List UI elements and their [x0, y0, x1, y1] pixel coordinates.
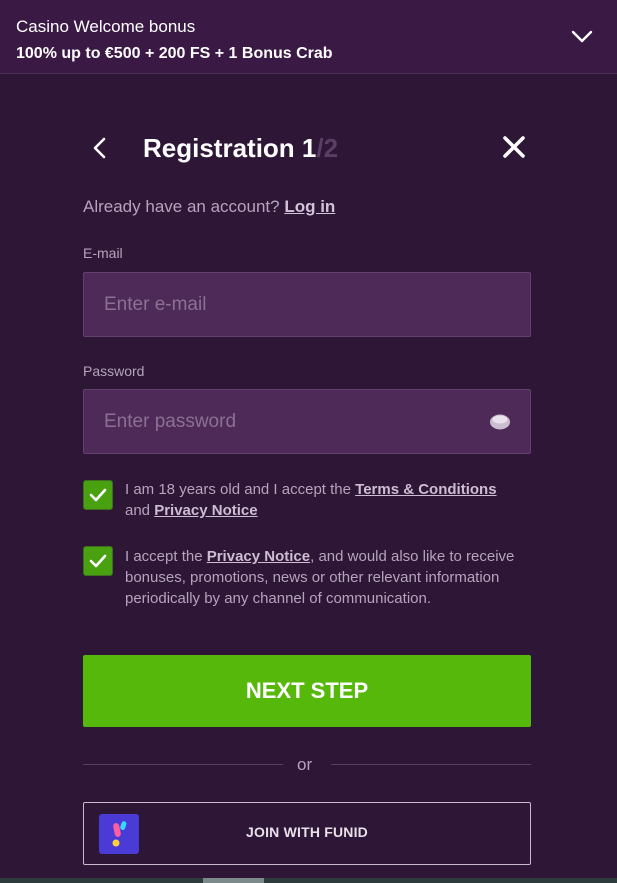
marketing-consent-text: I accept the Privacy Notice, and would a… [125, 546, 525, 609]
divider-line-left [83, 764, 283, 765]
checkmark-icon [89, 554, 107, 568]
login-prompt-text: Already have an account? [83, 197, 285, 216]
divider-or: or [297, 755, 313, 774]
email-field[interactable] [83, 272, 531, 337]
age-terms-checkbox[interactable] [83, 480, 113, 510]
title-step-total: /2 [316, 133, 339, 163]
next-step-button[interactable]: NEXT STEP [83, 655, 531, 727]
login-prompt: Already have an account? Log in [83, 197, 335, 217]
consent-text: I am 18 years old and I accept the [125, 481, 356, 498]
registration-panel: Registration 1/2 Already have an account… [0, 74, 617, 878]
password-label: Password [83, 363, 145, 379]
promo-title: Casino Welcome bonus [16, 17, 196, 36]
checkmark-icon [89, 488, 107, 502]
consent-text: and [125, 502, 155, 519]
title-step: Registration 1 [143, 133, 317, 163]
terms-link[interactable]: Terms & Conditions [355, 481, 496, 498]
back-arrow-icon[interactable] [91, 136, 109, 160]
promo-banner[interactable]: Casino Welcome bonus 100% up to €500 + 2… [0, 0, 617, 74]
join-with-funid-button[interactable]: JOIN WITH FUNID [83, 802, 531, 865]
funid-button-label: JOIN WITH FUNID [246, 824, 368, 840]
bottom-scroll-handle[interactable] [203, 878, 264, 883]
eye-icon[interactable] [489, 413, 511, 431]
bottom-scroll-track [0, 878, 617, 883]
email-label: E-mail [83, 245, 123, 261]
password-field[interactable] [83, 389, 531, 454]
promo-offer: 100% up to €500 + 200 FS + 1 Bonus Crab [16, 45, 333, 62]
divider-line-right [331, 764, 531, 765]
close-icon[interactable] [501, 134, 527, 160]
page-title: Registration 1/2 [143, 132, 338, 164]
age-terms-text: I am 18 years old and I accept the Terms… [125, 479, 525, 521]
chevron-down-icon[interactable] [571, 30, 593, 44]
consent-text: I accept the [125, 548, 207, 565]
registration-header: Registration 1/2 [83, 130, 531, 166]
privacy-link[interactable]: Privacy Notice [207, 548, 310, 565]
privacy-link[interactable]: Privacy Notice [154, 502, 257, 519]
login-link[interactable]: Log in [284, 197, 335, 216]
marketing-consent-checkbox[interactable] [83, 546, 113, 576]
